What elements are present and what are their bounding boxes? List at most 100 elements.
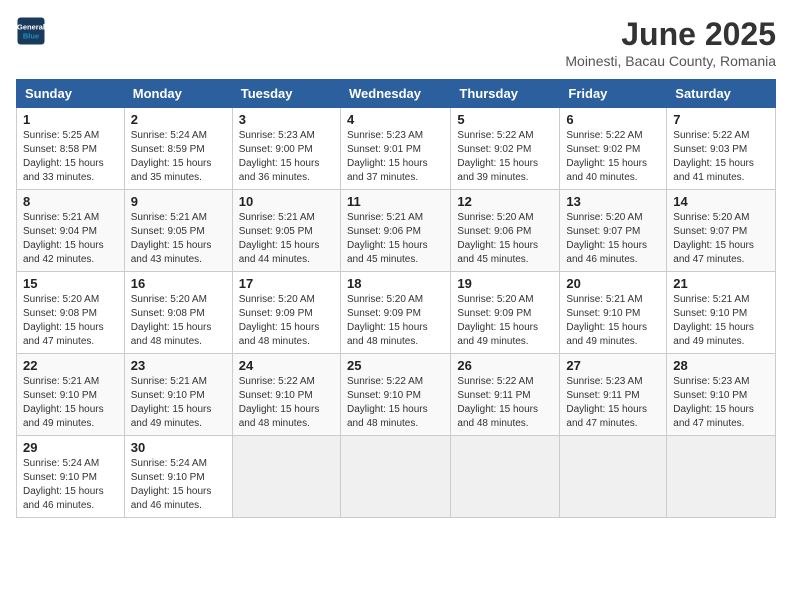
calendar-week-row: 29Sunrise: 5:24 AM Sunset: 9:10 PM Dayli…: [17, 436, 776, 518]
day-number: 15: [23, 276, 118, 291]
day-number: 1: [23, 112, 118, 127]
logo-icon: General Blue: [16, 16, 46, 46]
calendar-cell: 3 Sunrise: 5:23 AM Sunset: 9:00 PM Daylig…: [232, 108, 340, 190]
day-info: Sunrise: 5:23 AM Sunset: 9:00 PM Dayligh…: [239, 129, 334, 185]
calendar-table: Sunday Monday Tuesday Wednesday Thursday…: [16, 79, 776, 518]
day-number: 11: [347, 194, 444, 209]
calendar-cell: 8 Sunrise: 5:21 AM Sunset: 9:04 PM Daylig…: [17, 190, 125, 272]
logo: General Blue: [16, 16, 50, 46]
day-number: 24: [239, 358, 334, 373]
day-number: 21: [673, 276, 769, 291]
title-block: June 2025 Moinesti, Bacau County, Romani…: [565, 16, 776, 69]
header-saturday: Saturday: [667, 80, 776, 108]
day-info: Sunrise: 5:20 AM Sunset: 9:09 PM Dayligh…: [347, 293, 444, 349]
header-wednesday: Wednesday: [340, 80, 450, 108]
calendar-cell: 27 Sunrise: 5:23 AM Sunset: 9:11 PM Dayli…: [560, 354, 667, 436]
calendar-cell: 17 Sunrise: 5:20 AM Sunset: 9:09 PM Dayli…: [232, 272, 340, 354]
header-monday: Monday: [124, 80, 232, 108]
calendar-header-row: Sunday Monday Tuesday Wednesday Thursday…: [17, 80, 776, 108]
calendar-cell: 1 Sunrise: 5:25 AM Sunset: 8:58 PM Daylig…: [17, 108, 125, 190]
day-info: Sunrise: 5:25 AM Sunset: 8:58 PM Dayligh…: [23, 129, 118, 185]
day-number: 25: [347, 358, 444, 373]
day-info: Sunrise: 5:24 AM Sunset: 8:59 PM Dayligh…: [131, 129, 226, 185]
calendar-week-row: 1 Sunrise: 5:25 AM Sunset: 8:58 PM Daylig…: [17, 108, 776, 190]
calendar-cell: 14 Sunrise: 5:20 AM Sunset: 9:07 PM Dayli…: [667, 190, 776, 272]
calendar-cell: 19Sunrise: 5:20 AM Sunset: 9:09 PM Dayli…: [451, 272, 560, 354]
calendar-cell: 10 Sunrise: 5:21 AM Sunset: 9:05 PM Dayli…: [232, 190, 340, 272]
day-number: 5: [457, 112, 553, 127]
calendar-cell: 11 Sunrise: 5:21 AM Sunset: 9:06 PM Dayli…: [340, 190, 450, 272]
calendar-cell: 12 Sunrise: 5:20 AM Sunset: 9:06 PM Dayli…: [451, 190, 560, 272]
calendar-cell: 21 Sunrise: 5:21 AM Sunset: 9:10 PM Dayli…: [667, 272, 776, 354]
location-subtitle: Moinesti, Bacau County, Romania: [565, 53, 776, 69]
calendar-cell: 22Sunrise: 5:21 AM Sunset: 9:10 PM Dayli…: [17, 354, 125, 436]
header-sunday: Sunday: [17, 80, 125, 108]
calendar-week-row: 8 Sunrise: 5:21 AM Sunset: 9:04 PM Daylig…: [17, 190, 776, 272]
day-info: Sunrise: 5:21 AM Sunset: 9:04 PM Dayligh…: [23, 211, 118, 267]
day-number: 17: [239, 276, 334, 291]
day-number: 12: [457, 194, 553, 209]
day-info: Sunrise: 5:20 AM Sunset: 9:07 PM Dayligh…: [566, 211, 660, 267]
day-number: 26: [457, 358, 553, 373]
month-title: June 2025: [565, 16, 776, 53]
header-tuesday: Tuesday: [232, 80, 340, 108]
calendar-cell: 20Sunrise: 5:21 AM Sunset: 9:10 PM Dayli…: [560, 272, 667, 354]
calendar-cell: 18 Sunrise: 5:20 AM Sunset: 9:09 PM Dayli…: [340, 272, 450, 354]
day-number: 30: [131, 440, 226, 455]
calendar-week-row: 15 Sunrise: 5:20 AM Sunset: 9:08 PM Dayli…: [17, 272, 776, 354]
calendar-cell: 5 Sunrise: 5:22 AM Sunset: 9:02 PM Daylig…: [451, 108, 560, 190]
calendar-cell: 4 Sunrise: 5:23 AM Sunset: 9:01 PM Daylig…: [340, 108, 450, 190]
day-info: Sunrise: 5:21 AM Sunset: 9:10 PM Dayligh…: [673, 293, 769, 349]
calendar-cell: 30Sunrise: 5:24 AM Sunset: 9:10 PM Dayli…: [124, 436, 232, 518]
day-number: 13: [566, 194, 660, 209]
day-number: 28: [673, 358, 769, 373]
day-number: 3: [239, 112, 334, 127]
day-info: Sunrise: 5:21 AM Sunset: 9:10 PM Dayligh…: [131, 375, 226, 431]
calendar-cell: [232, 436, 340, 518]
day-info: Sunrise: 5:20 AM Sunset: 9:09 PM Dayligh…: [239, 293, 334, 349]
day-number: 23: [131, 358, 226, 373]
calendar-cell: 28 Sunrise: 5:23 AM Sunset: 9:10 PM Dayli…: [667, 354, 776, 436]
calendar-cell: 29Sunrise: 5:24 AM Sunset: 9:10 PM Dayli…: [17, 436, 125, 518]
day-number: 14: [673, 194, 769, 209]
day-info: Sunrise: 5:21 AM Sunset: 9:06 PM Dayligh…: [347, 211, 444, 267]
day-info: Sunrise: 5:20 AM Sunset: 9:06 PM Dayligh…: [457, 211, 553, 267]
page-header: General Blue June 2025 Moinesti, Bacau C…: [16, 16, 776, 69]
day-info: Sunrise: 5:22 AM Sunset: 9:02 PM Dayligh…: [566, 129, 660, 185]
day-number: 16: [131, 276, 226, 291]
day-info: Sunrise: 5:22 AM Sunset: 9:10 PM Dayligh…: [239, 375, 334, 431]
calendar-cell: 9 Sunrise: 5:21 AM Sunset: 9:05 PM Daylig…: [124, 190, 232, 272]
day-number: 18: [347, 276, 444, 291]
calendar-cell: 23 Sunrise: 5:21 AM Sunset: 9:10 PM Dayli…: [124, 354, 232, 436]
day-number: 9: [131, 194, 226, 209]
svg-text:Blue: Blue: [23, 32, 39, 41]
day-info: Sunrise: 5:20 AM Sunset: 9:07 PM Dayligh…: [673, 211, 769, 267]
svg-text:General: General: [17, 23, 45, 32]
day-info: Sunrise: 5:22 AM Sunset: 9:02 PM Dayligh…: [457, 129, 553, 185]
header-thursday: Thursday: [451, 80, 560, 108]
day-number: 10: [239, 194, 334, 209]
day-info: Sunrise: 5:22 AM Sunset: 9:11 PM Dayligh…: [457, 375, 553, 431]
day-number: 8: [23, 194, 118, 209]
day-info: Sunrise: 5:21 AM Sunset: 9:05 PM Dayligh…: [131, 211, 226, 267]
calendar-cell: 26 Sunrise: 5:22 AM Sunset: 9:11 PM Dayli…: [451, 354, 560, 436]
calendar-cell: 13 Sunrise: 5:20 AM Sunset: 9:07 PM Dayli…: [560, 190, 667, 272]
calendar-cell: [560, 436, 667, 518]
day-number: 27: [566, 358, 660, 373]
calendar-cell: 25 Sunrise: 5:22 AM Sunset: 9:10 PM Dayli…: [340, 354, 450, 436]
day-info: Sunrise: 5:21 AM Sunset: 9:10 PM Dayligh…: [566, 293, 660, 349]
header-friday: Friday: [560, 80, 667, 108]
calendar-week-row: 22Sunrise: 5:21 AM Sunset: 9:10 PM Dayli…: [17, 354, 776, 436]
day-info: Sunrise: 5:23 AM Sunset: 9:10 PM Dayligh…: [673, 375, 769, 431]
calendar-cell: 7Sunrise: 5:22 AM Sunset: 9:03 PM Daylig…: [667, 108, 776, 190]
day-info: Sunrise: 5:21 AM Sunset: 9:05 PM Dayligh…: [239, 211, 334, 267]
day-number: 19: [457, 276, 553, 291]
calendar-cell: [340, 436, 450, 518]
day-info: Sunrise: 5:23 AM Sunset: 9:11 PM Dayligh…: [566, 375, 660, 431]
day-info: Sunrise: 5:22 AM Sunset: 9:10 PM Dayligh…: [347, 375, 444, 431]
calendar-cell: 2Sunrise: 5:24 AM Sunset: 8:59 PM Daylig…: [124, 108, 232, 190]
calendar-cell: 6Sunrise: 5:22 AM Sunset: 9:02 PM Daylig…: [560, 108, 667, 190]
day-info: Sunrise: 5:20 AM Sunset: 9:08 PM Dayligh…: [23, 293, 118, 349]
day-number: 4: [347, 112, 444, 127]
day-info: Sunrise: 5:23 AM Sunset: 9:01 PM Dayligh…: [347, 129, 444, 185]
